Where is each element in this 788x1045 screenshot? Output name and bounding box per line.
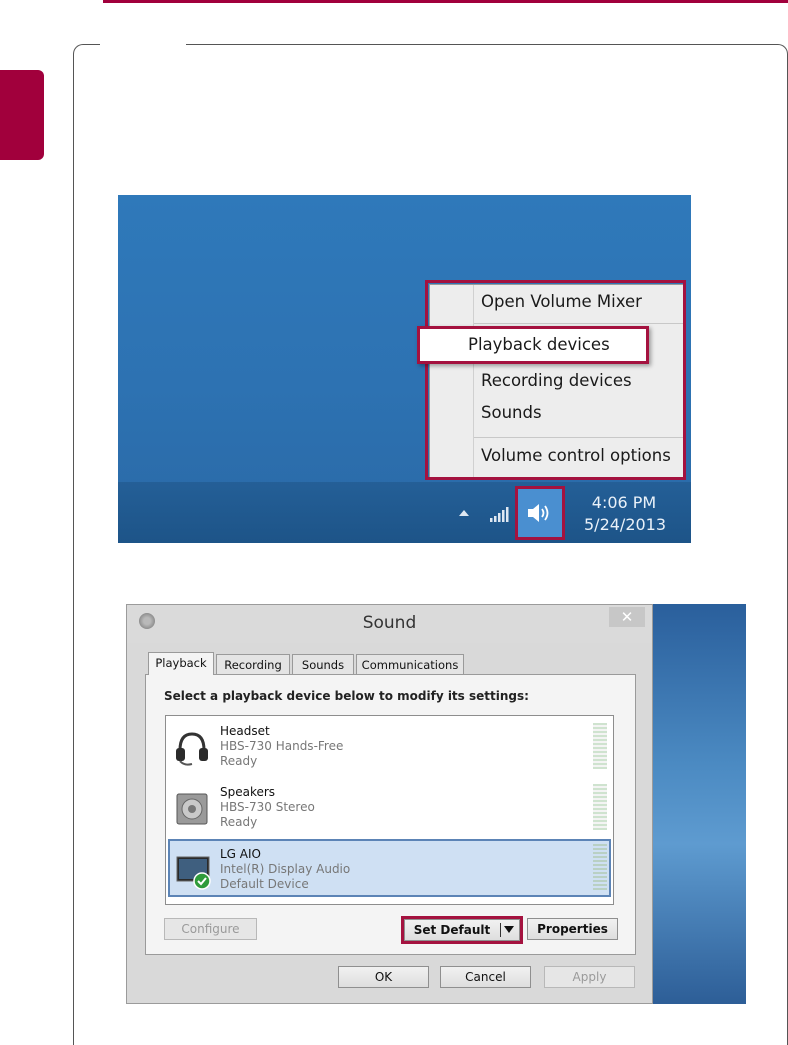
tab-playback[interactable]: Playback (148, 652, 214, 675)
headset-icon (176, 732, 208, 766)
device-list[interactable]: Headset HBS-730 Hands-Free Ready Speaker… (165, 715, 614, 905)
menu-highlight-frame (425, 280, 686, 480)
apply-button[interactable]: Apply (544, 966, 635, 988)
tray-date: 5/24/2013 (584, 515, 667, 534)
volume-tray-button[interactable] (515, 486, 565, 540)
instruction-text: Select a playback device below to modify… (164, 689, 529, 703)
taskbar-screenshot: Open Volume Mixer Recording devices Soun… (118, 195, 691, 543)
monitor-icon (176, 856, 211, 890)
volume-meter (593, 784, 607, 830)
header-rule (103, 0, 788, 3)
frame-gap (100, 40, 186, 48)
sound-dialog: Sound ✕ Playback Recording Sounds Commun… (126, 604, 653, 1004)
properties-button[interactable]: Properties (527, 918, 618, 940)
dialog-titlebar[interactable]: Sound ✕ (127, 605, 652, 643)
device-name: Headset (220, 724, 270, 738)
speaker-volume-icon (528, 504, 549, 522)
menu-item-playback-devices[interactable]: Playback devices (417, 326, 649, 364)
device-description: HBS-730 Hands-Free (220, 739, 344, 753)
device-row-headset[interactable]: Headset HBS-730 Hands-Free Ready (168, 718, 611, 776)
device-status: Ready (220, 754, 258, 768)
dialog-title: Sound (362, 613, 417, 633)
show-hidden-icons-arrow[interactable] (459, 510, 469, 516)
device-row-lg-aio[interactable]: LG AIO Intel(R) Display Audio Default De… (168, 839, 611, 897)
tab-sounds[interactable]: Sounds (292, 654, 354, 674)
cancel-button[interactable]: Cancel (440, 966, 531, 988)
device-row-speakers[interactable]: Speakers HBS-730 Stereo Ready (168, 779, 611, 837)
device-description: Intel(R) Display Audio (220, 862, 351, 876)
device-status: Ready (220, 815, 258, 829)
device-description: HBS-730 Stereo (220, 800, 315, 814)
device-name: LG AIO (220, 847, 261, 861)
signal-bars-icon[interactable] (490, 506, 512, 522)
speaker-icon (176, 793, 208, 825)
playback-panel: Select a playback device below to modify… (145, 674, 636, 955)
device-status: Default Device (220, 877, 309, 891)
ok-button[interactable]: OK (338, 966, 429, 988)
device-name: Speakers (220, 785, 276, 799)
volume-meter (593, 844, 607, 890)
volume-meter (593, 723, 607, 769)
sound-dialog-screenshot: Sound ✕ Playback Recording Sounds Commun… (126, 604, 746, 1004)
close-button[interactable]: ✕ (609, 607, 645, 627)
desktop-background (652, 604, 746, 1004)
chapter-tab (0, 70, 44, 160)
tab-recording[interactable]: Recording (216, 654, 290, 674)
menu-item-label: Playback devices (468, 335, 610, 354)
tab-communications[interactable]: Communications (356, 654, 464, 674)
set-default-highlight-frame (401, 916, 523, 944)
configure-button[interactable]: Configure (164, 918, 257, 940)
tray-time: 4:06 PM (591, 493, 657, 512)
tray-clock[interactable]: 4:06 PM 5/24/2013 (584, 492, 667, 536)
